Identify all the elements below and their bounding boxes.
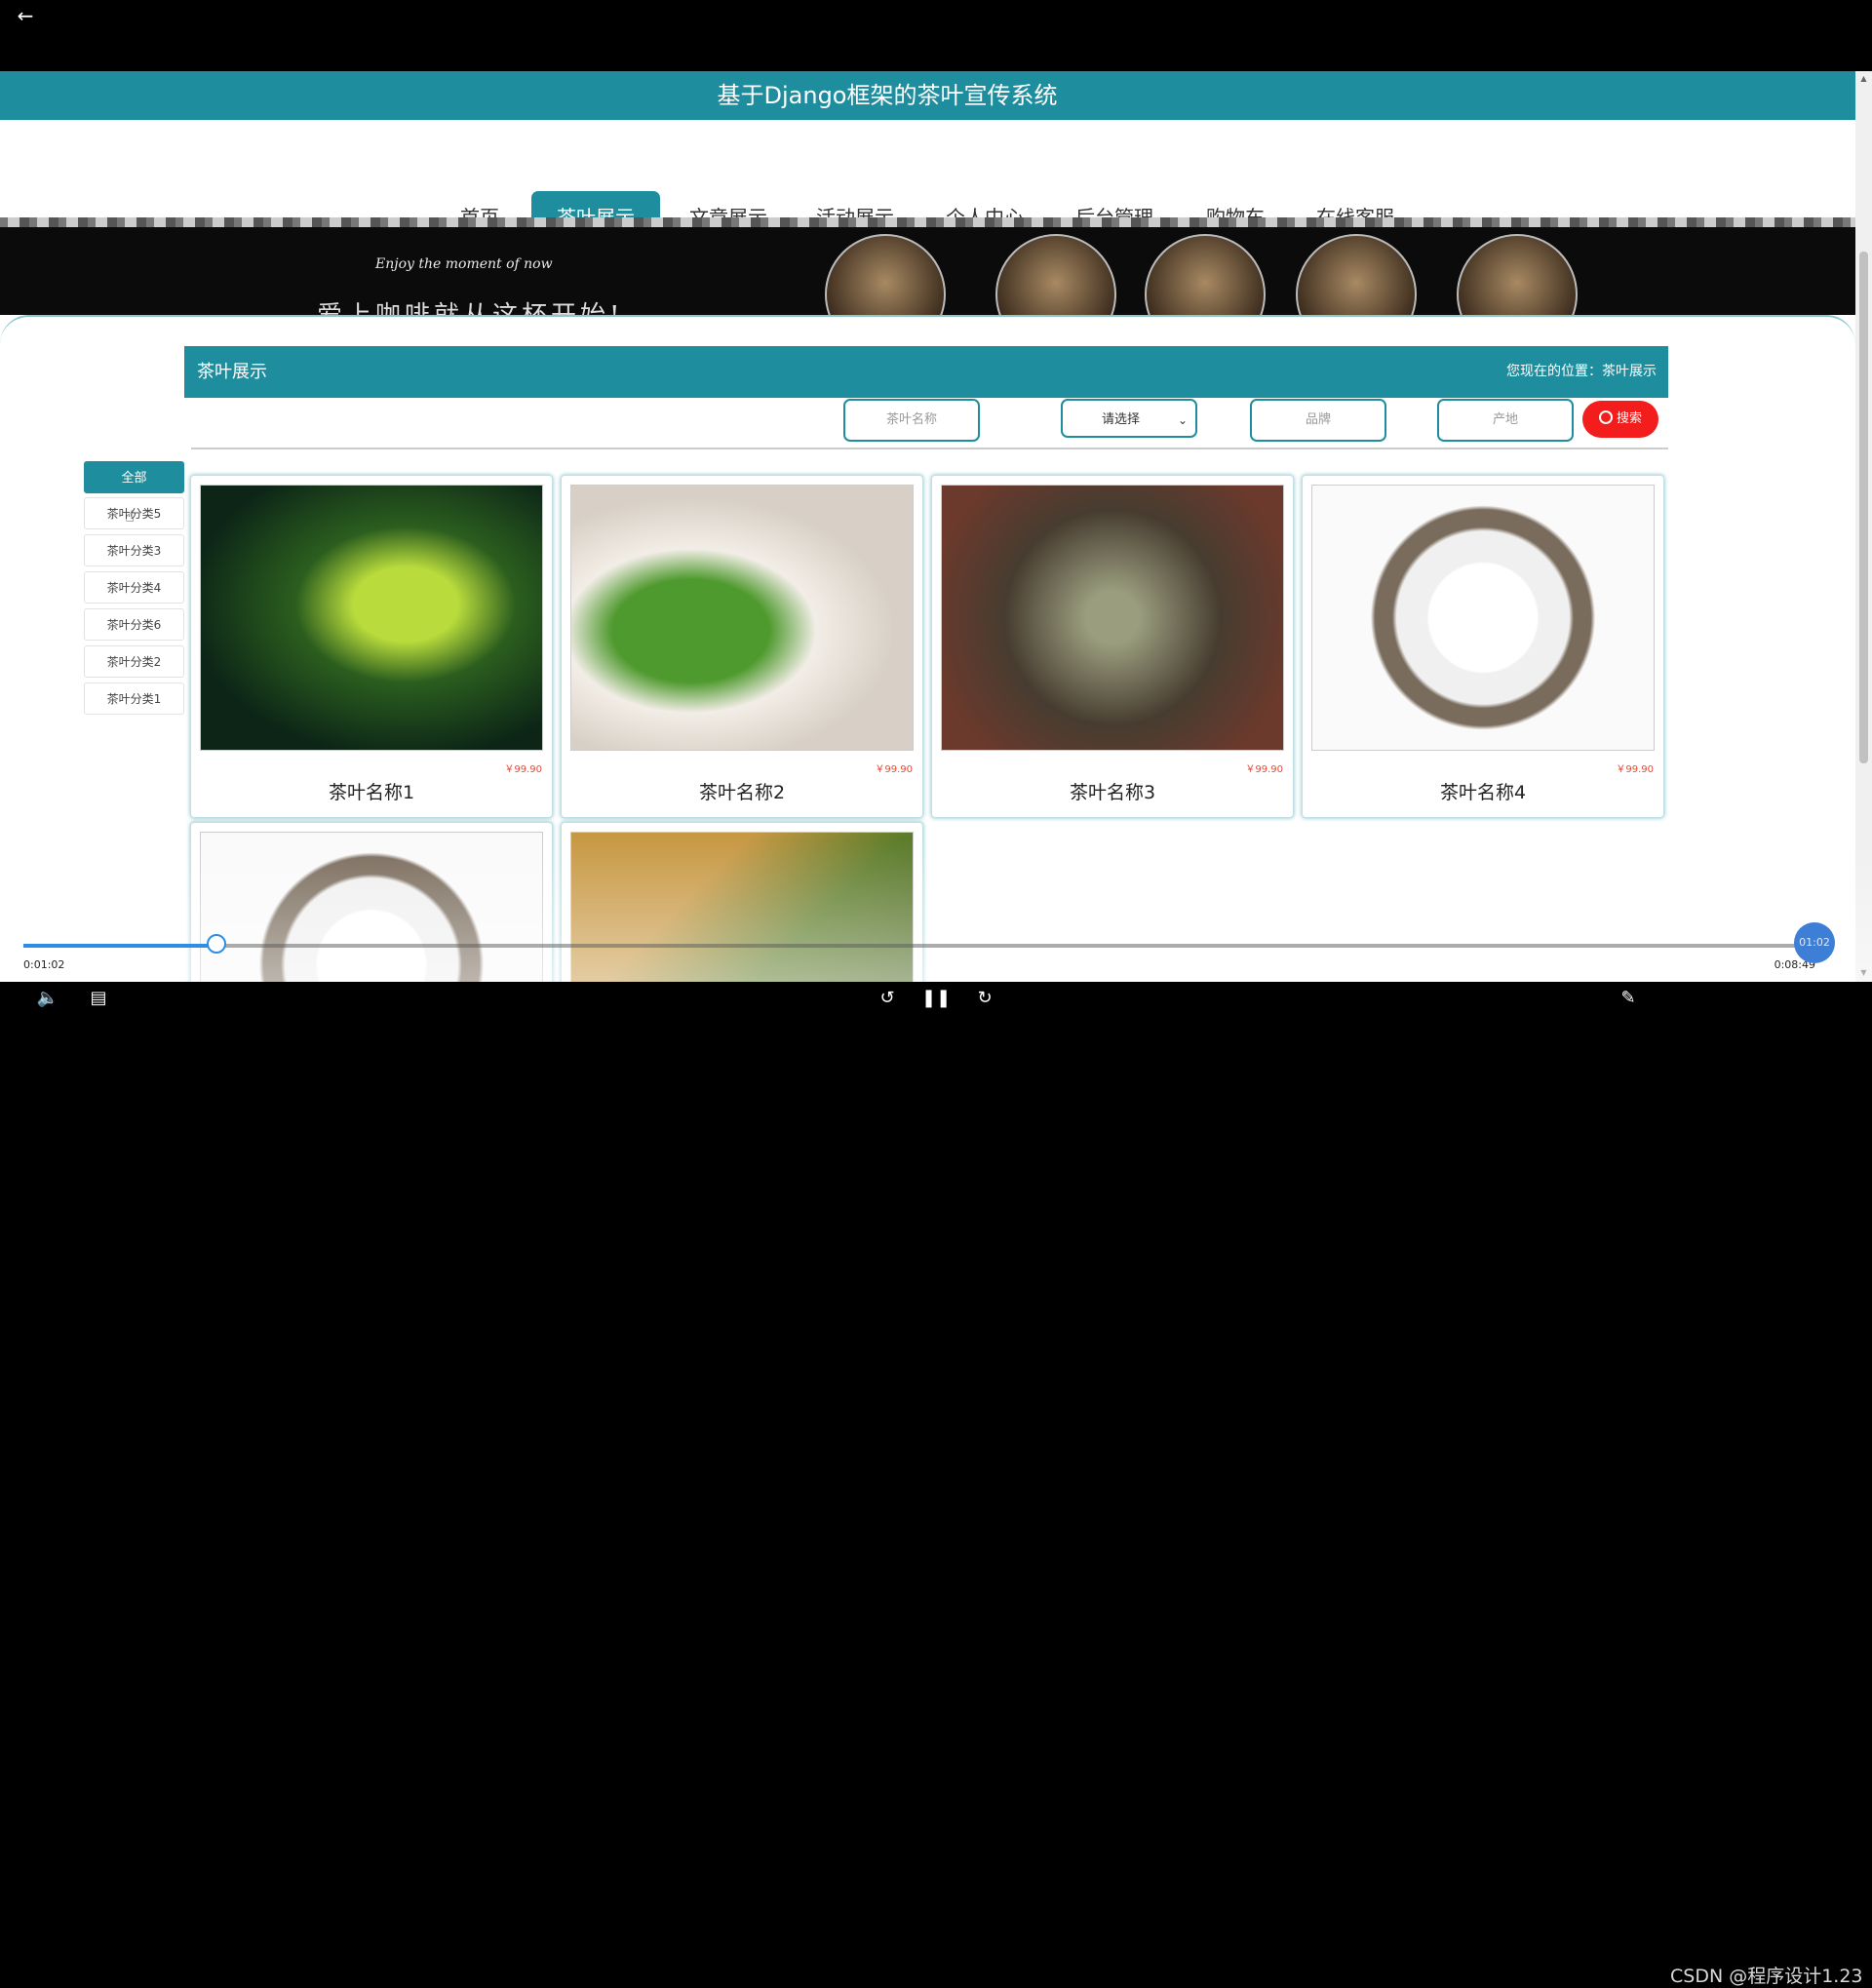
search-button[interactable]: 搜索 bbox=[1582, 401, 1658, 438]
progress-bar[interactable] bbox=[23, 944, 1814, 948]
scrollbar-thumb[interactable] bbox=[1859, 252, 1868, 763]
divider bbox=[191, 448, 1668, 449]
brand-input[interactable]: 品牌 bbox=[1250, 399, 1386, 442]
search-button-label: 搜索 bbox=[1616, 411, 1642, 426]
category-select-value: 请选择 bbox=[1102, 412, 1141, 427]
time-bubble: 01:02 bbox=[1794, 922, 1835, 963]
breadcrumb: 您现在的位置：茶叶展示 bbox=[1506, 364, 1657, 379]
product-name[interactable]: 茶叶名称2 bbox=[562, 778, 922, 804]
banner-image: Enjoy the moment of now 爱上咖啡就从这杯开始! bbox=[0, 217, 1855, 315]
pause-icon[interactable]: ❚❚ bbox=[921, 982, 951, 1014]
volume-icon[interactable]: 🔈 bbox=[33, 982, 62, 1014]
category-item[interactable]: 茶叶分类1 bbox=[84, 682, 184, 715]
category-item[interactable]: 茶叶分类3 bbox=[84, 534, 184, 566]
back-arrow-icon[interactable]: ← bbox=[14, 4, 37, 27]
banner-photo-circle bbox=[825, 234, 946, 315]
category-item[interactable]: 茶叶分类4 bbox=[84, 571, 184, 604]
product-name[interactable]: 茶叶名称1 bbox=[191, 778, 552, 804]
product-name[interactable]: 茶叶名称4 bbox=[1303, 778, 1663, 804]
product-image[interactable] bbox=[200, 485, 543, 751]
category-all[interactable]: 全部 bbox=[84, 461, 184, 493]
product-price: ￥99.90 bbox=[504, 764, 542, 775]
product-image[interactable] bbox=[941, 485, 1284, 751]
section-title: 茶叶展示 bbox=[197, 362, 267, 382]
banner-slogan: 爱上咖啡就从这杯开始! bbox=[317, 295, 623, 315]
origin-input[interactable]: 产地 bbox=[1437, 399, 1574, 442]
category-item[interactable]: 茶叶分类2 bbox=[84, 645, 184, 678]
mouse-cursor-icon: ☝ bbox=[125, 507, 135, 526]
watermark: CSDN @程序设计1.23 bbox=[1670, 1966, 1863, 1987]
category-item[interactable]: 茶叶分类6 bbox=[84, 608, 184, 641]
banner-photo-circle bbox=[995, 234, 1116, 315]
search-icon bbox=[1598, 410, 1613, 424]
banner-photo-circle bbox=[1457, 234, 1578, 315]
progress-fill bbox=[23, 944, 217, 948]
product-image[interactable] bbox=[1311, 485, 1655, 751]
product-card[interactable]: ￥99.90 茶叶名称4 bbox=[1302, 475, 1664, 818]
main-nav: 首页 茶叶展示 文章展示 活动展示 个人中心 后台管理 购物车 在线客服 bbox=[0, 120, 1855, 244]
product-price: ￥99.90 bbox=[1245, 764, 1283, 775]
product-price: ￥99.90 bbox=[875, 764, 913, 775]
forward-30-icon[interactable]: ↻ bbox=[970, 982, 999, 1014]
product-card[interactable]: ￥99.90 茶叶名称1 bbox=[190, 475, 553, 818]
tea-name-input[interactable]: 茶叶名称 bbox=[843, 399, 980, 442]
site-header: 基于Django框架的茶叶宣传系统 bbox=[0, 71, 1855, 120]
banner-pattern-strip bbox=[0, 217, 1855, 227]
category-select[interactable]: 请选择 ⌄ bbox=[1061, 399, 1197, 438]
video-top-bar: ← bbox=[0, 0, 1872, 71]
rewind-10-icon[interactable]: ↺ bbox=[873, 982, 902, 1014]
product-price: ￥99.90 bbox=[1616, 764, 1654, 775]
pencil-icon[interactable]: ✎ bbox=[1614, 982, 1643, 1014]
scroll-up-icon[interactable]: ▲ bbox=[1859, 74, 1868, 83]
section-header: 茶叶展示 您现在的位置：茶叶展示 bbox=[184, 346, 1668, 398]
banner-photo-circle bbox=[1145, 234, 1266, 315]
player-controls: 🔈 ▤ ↺ ❚❚ ↻ ✎ CSDN @程序设计1.23 bbox=[0, 982, 1872, 1987]
banner-photo-circle bbox=[1296, 234, 1417, 315]
product-card[interactable]: ￥99.90 茶叶名称2 bbox=[561, 475, 923, 818]
chevron-down-icon: ⌄ bbox=[1177, 413, 1188, 427]
current-time: 0:01:02 bbox=[23, 958, 65, 971]
site-title: 基于Django框架的茶叶宣传系统 bbox=[717, 82, 1058, 109]
player-overlay bbox=[0, 838, 1872, 982]
product-name[interactable]: 茶叶名称3 bbox=[932, 778, 1293, 804]
banner-caption: Enjoy the moment of now bbox=[375, 256, 553, 272]
product-card[interactable]: ￥99.90 茶叶名称3 bbox=[931, 475, 1294, 818]
product-image[interactable] bbox=[570, 485, 914, 751]
subtitles-icon[interactable]: ▤ bbox=[84, 982, 113, 1014]
